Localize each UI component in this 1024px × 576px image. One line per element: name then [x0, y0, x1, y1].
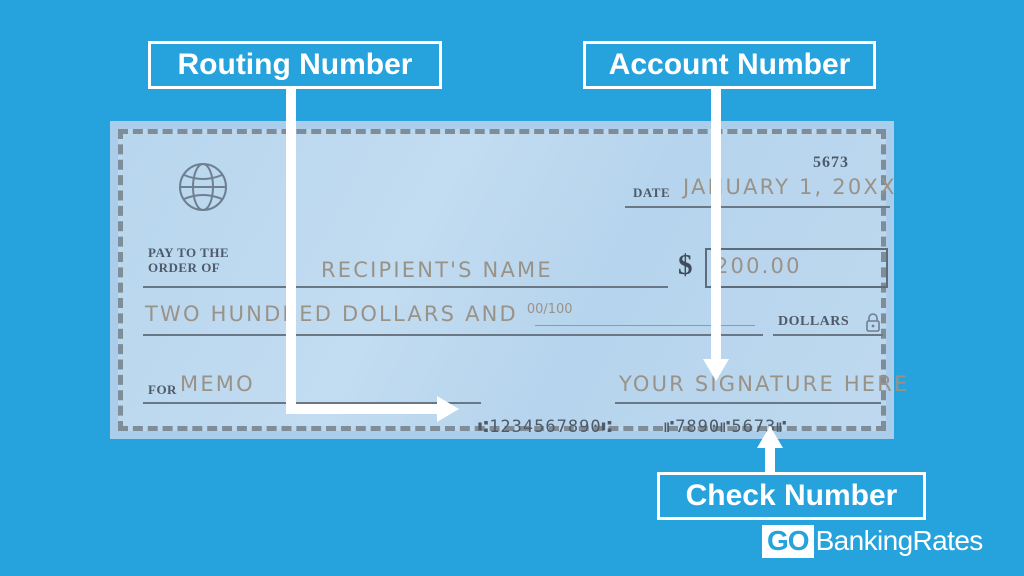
check-paper: 5673 DATE JANUARY 1, 20XX PAY TO THE ORD… — [123, 134, 907, 437]
fraction-denominator: 100 — [547, 302, 573, 317]
amount-words-text: TWO HUNDRED DOLLARS AND — [145, 302, 527, 326]
date-line — [625, 206, 890, 208]
pay-to-label-line1: PAY TO THE — [148, 245, 230, 260]
signature-line — [615, 402, 881, 404]
dollars-underline — [773, 334, 883, 336]
check-number-arrow-head-icon — [757, 426, 783, 448]
fraction-numerator: 00 — [526, 302, 544, 317]
callout-routing-number: Routing Number — [148, 41, 442, 89]
routing-arrow-vertical-segment — [286, 89, 296, 414]
globe-icon — [179, 163, 227, 211]
check-decorative-border: 5673 DATE JANUARY 1, 20XX PAY TO THE ORD… — [118, 129, 907, 437]
amount-words-fraction: 00/100 — [527, 302, 573, 317]
check-number-arrow-vertical-segment — [765, 448, 775, 473]
memo-value: MEMO — [180, 372, 255, 396]
routing-arrow-horizontal-segment — [286, 404, 441, 414]
amount-words-value: TWO HUNDRED DOLLARS AND 00/100 — [145, 302, 573, 326]
dollars-label: DOLLARS — [778, 314, 850, 329]
for-label: FOR — [148, 382, 177, 397]
gobankingrates-logo: GO BankingRates — [762, 524, 983, 558]
pay-to-label-line2: ORDER OF — [148, 260, 221, 275]
dollar-sign: $ — [678, 249, 693, 281]
check-serial-number: 5673 — [813, 154, 849, 171]
logo-mark-go: GO — [762, 524, 814, 558]
payee-line — [143, 286, 668, 288]
amount-words-filler-stroke — [535, 325, 755, 326]
payee-name-value: RECIPIENT'S NAME — [321, 258, 553, 282]
callout-account-number: Account Number — [583, 41, 876, 89]
signature-value: YOUR SIGNATURE HERE — [619, 372, 910, 396]
account-arrow-vertical-segment — [711, 89, 721, 361]
account-arrow-head-icon — [703, 359, 729, 381]
infographic-canvas: 5673 DATE JANUARY 1, 20XX PAY TO THE ORD… — [0, 0, 1024, 576]
check-illustration: 5673 DATE JANUARY 1, 20XX PAY TO THE ORD… — [110, 121, 907, 439]
pay-to-order-of-label: PAY TO THE ORDER OF — [148, 245, 229, 275]
logo-wordmark: BankingRates — [815, 525, 984, 556]
routing-arrow-head-icon — [437, 396, 459, 422]
date-label: DATE — [633, 185, 671, 200]
callout-check-number: Check Number — [657, 472, 926, 520]
amount-numeric-value: 200.00 — [715, 254, 802, 278]
amount-words-line — [143, 334, 763, 336]
micr-routing-number: ⑆1234567890⑆ — [478, 417, 613, 437]
lock-icon — [866, 313, 880, 332]
